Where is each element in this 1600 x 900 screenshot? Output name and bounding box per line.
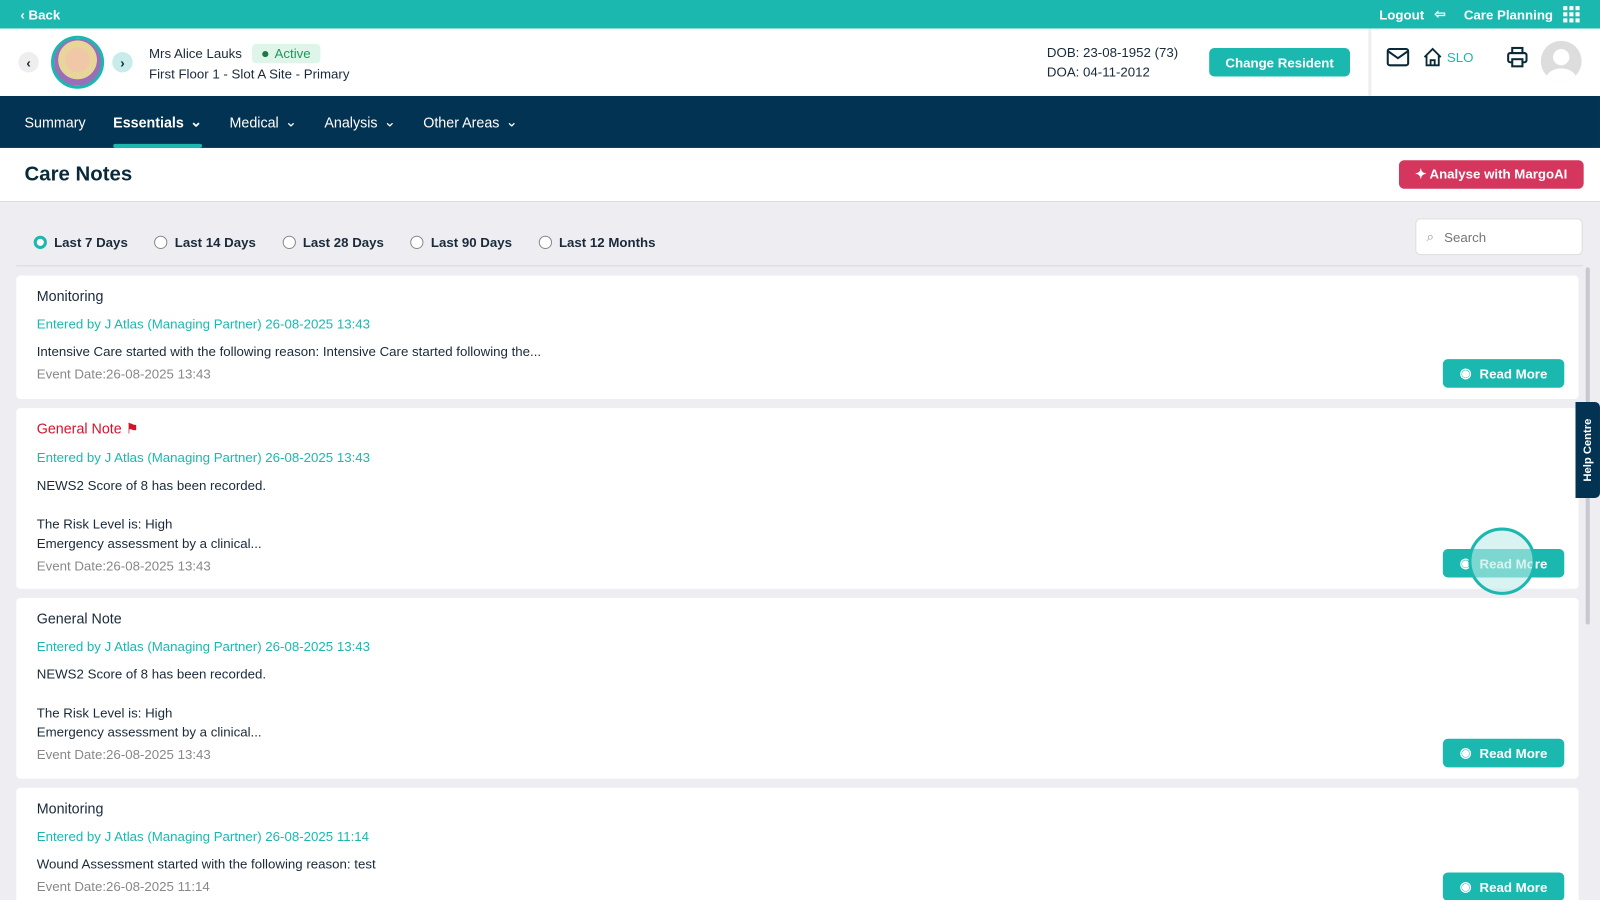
search-box[interactable]: ⌕	[1415, 218, 1583, 256]
home-link[interactable]: SLO	[1422, 47, 1473, 67]
date-filter: Last 7 Days Last 14 Days Last 28 Days La…	[16, 218, 1583, 267]
care-planning-link[interactable]: Care Planning	[1464, 7, 1553, 22]
note-body: NEWS2 Score of 8 has been recorded. The …	[36, 666, 267, 740]
chevron-down-icon: ⌄	[383, 113, 396, 130]
nav-analysis[interactable]: Analysis ⌄	[324, 96, 395, 148]
sparkle-icon: ✦	[1415, 166, 1430, 182]
resident-location: First Floor 1 - Slot A Site - Primary	[148, 65, 350, 82]
analyse-margoai-button[interactable]: ✦ Analyse with MargoAI	[1398, 160, 1584, 189]
note-title: General Note ⚑	[36, 420, 139, 437]
nav-medical[interactable]: Medical ⌄	[229, 96, 296, 148]
note-author: Entered by J Atlas (Managing Partner) 26…	[36, 449, 371, 466]
chevron-down-icon: ⌄	[189, 113, 202, 130]
filter-last-14-days[interactable]: Last 14 Days	[154, 235, 256, 250]
filter-last-12-months[interactable]: Last 12 Months	[538, 235, 655, 250]
home-icon	[1423, 47, 1442, 67]
nav-summary[interactable]: Summary	[24, 96, 85, 148]
note-event-date: Event Date:26-08-2025 13:43	[36, 366, 211, 382]
apps-grid-icon[interactable]	[1563, 6, 1580, 23]
change-resident-button[interactable]: Change Resident	[1209, 47, 1350, 77]
dob: DOB: 23-08-1952 (73)	[1046, 44, 1179, 61]
note-title: General Note	[36, 610, 122, 627]
resident-header: ‹ › Mrs Alice Lauks Active First Floor 1 …	[0, 28, 1600, 96]
nav-essentials[interactable]: Essentials ⌄	[113, 96, 202, 148]
logout-icon[interactable]: ⇦	[1434, 6, 1445, 22]
note-author: Entered by J Atlas (Managing Partner) 26…	[36, 828, 370, 844]
note-title: Monitoring	[36, 287, 104, 305]
note-title: Monitoring	[36, 799, 104, 817]
help-centre-tab[interactable]: Help Centre	[1575, 402, 1600, 498]
status-badge: Active	[252, 43, 321, 63]
top-bar: ‹ Back Logout ⇦ Care Planning	[0, 0, 1600, 29]
flag-icon: ⚑	[125, 420, 139, 437]
nav-other-areas[interactable]: Other Areas ⌄	[423, 96, 517, 148]
eye-icon: ◉	[1459, 744, 1472, 761]
mail-icon[interactable]	[1386, 47, 1410, 67]
eye-icon: ◉	[1459, 878, 1472, 894]
care-note-card: General Note ⚑ Entered by J Atlas (Manag…	[16, 408, 1579, 589]
read-more-button[interactable]: ◉ Read More	[1442, 359, 1565, 388]
chevron-down-icon: ⌄	[284, 113, 297, 130]
chevron-down-icon: ⌄	[505, 113, 518, 130]
read-more-button[interactable]: ◉ Read More	[1442, 872, 1565, 900]
filter-last-90-days[interactable]: Last 90 Days	[410, 235, 512, 250]
note-body: Wound Assessment started with the follow…	[36, 856, 376, 872]
print-icon[interactable]	[1506, 46, 1528, 68]
resident-photo	[51, 35, 105, 89]
page-title: Care Notes	[24, 162, 133, 186]
search-icon: ⌕	[1426, 228, 1434, 244]
note-event-date: Event Date:26-08-2025 13:43	[36, 558, 211, 574]
care-note-card: Monitoring Entered by J Atlas (Managing …	[16, 275, 1579, 399]
filter-last-28-days[interactable]: Last 28 Days	[282, 235, 384, 250]
care-note-card: Monitoring Entered by J Atlas (Managing …	[16, 787, 1579, 900]
main-nav: Summary Essentials ⌄ Medical ⌄ Analysis ⌄ O…	[0, 95, 1600, 148]
user-avatar[interactable]	[1540, 40, 1582, 82]
note-event-date: Event Date:26-08-2025 11:14	[36, 878, 210, 894]
next-resident-button[interactable]: ›	[112, 52, 133, 73]
logout-link[interactable]: Logout	[1379, 7, 1424, 22]
eye-icon: ◉	[1459, 555, 1472, 571]
resident-name: Mrs Alice Lauks	[148, 45, 242, 61]
note-body: NEWS2 Score of 8 has been recorded. The …	[36, 477, 267, 552]
back-link[interactable]: ‹ Back	[20, 7, 60, 22]
read-more-button[interactable]: ◉ Read More	[1442, 548, 1565, 578]
note-author: Entered by J Atlas (Managing Partner) 26…	[36, 638, 371, 655]
divider	[1368, 28, 1372, 96]
eye-icon: ◉	[1459, 365, 1472, 381]
read-more-button[interactable]: ◉ Read More	[1442, 738, 1565, 768]
previous-resident-button[interactable]: ‹	[18, 52, 39, 73]
filter-last-7-days[interactable]: Last 7 Days	[33, 235, 128, 250]
search-input[interactable]	[1444, 229, 1557, 245]
note-event-date: Event Date:26-08-2025 13:43	[36, 746, 211, 763]
note-author: Entered by J Atlas (Managing Partner) 26…	[36, 316, 371, 332]
doa: DOA: 04-11-2012	[1046, 64, 1150, 80]
note-body: Intensive Care started with the followin…	[36, 343, 542, 360]
care-note-card: General Note Entered by J Atlas (Managin…	[16, 597, 1579, 779]
